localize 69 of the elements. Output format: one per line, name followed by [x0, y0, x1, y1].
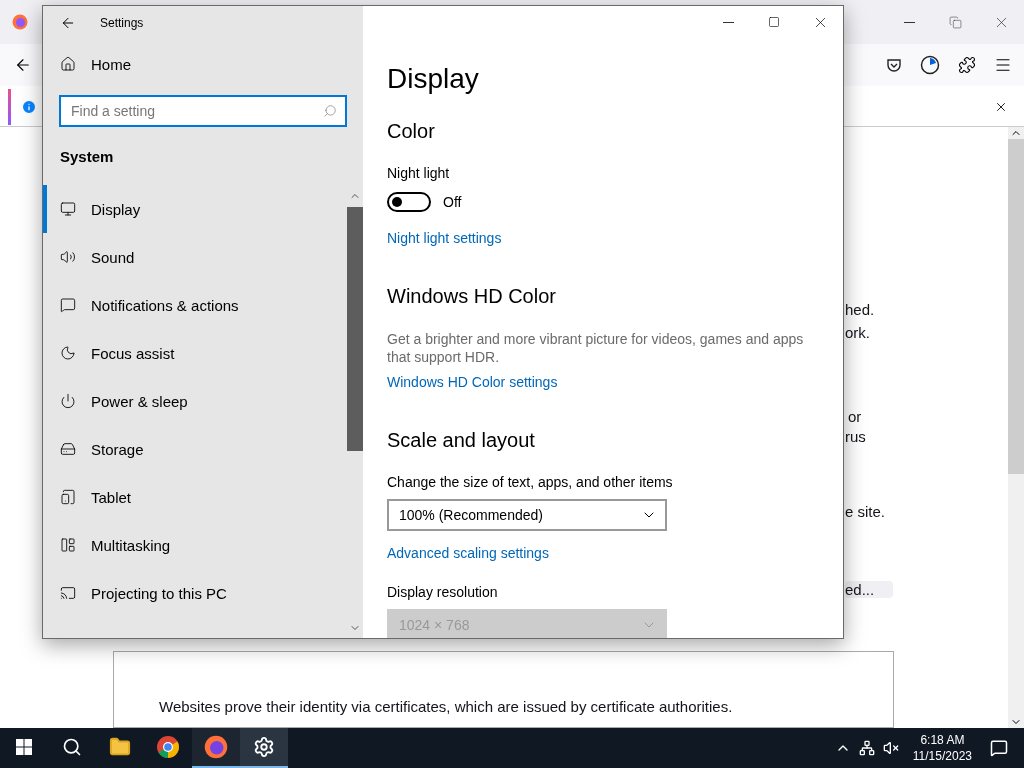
section-heading: Color [387, 119, 436, 144]
section-heading: Scale and layout [387, 428, 536, 453]
drive-icon [60, 441, 76, 457]
nav-item[interactable]: Notifications & actions [43, 281, 347, 329]
network-icon[interactable] [858, 740, 875, 756]
puzzle-icon[interactable] [958, 56, 976, 74]
toggle-state: Off [443, 194, 462, 210]
nav-item[interactable]: Storage [43, 425, 347, 473]
page-text: e site. [845, 502, 887, 522]
volume-muted-icon[interactable] [882, 740, 899, 756]
menu-icon[interactable] [994, 56, 1012, 74]
settings-icon[interactable] [253, 736, 275, 758]
search-icon [323, 104, 337, 118]
nav-item[interactable]: Multitasking [43, 521, 347, 569]
clock-date[interactable]: 11/15/2023 [912, 748, 972, 764]
window-layout-icon [60, 537, 76, 553]
notification-icon[interactable] [990, 739, 1008, 757]
speech-bubble-icon [60, 297, 76, 313]
nav-item[interactable]: Projecting to this PC [43, 569, 347, 617]
setting-label: Display resolution [387, 583, 499, 602]
page-text: hed. [845, 300, 876, 320]
nav-item[interactable]: Power & sleep [43, 377, 347, 425]
page-button[interactable]: ed... [845, 581, 893, 598]
search-box[interactable]: Find a setting [59, 95, 347, 127]
toggle-switch[interactable] [387, 192, 431, 212]
page-text: ork. [845, 323, 871, 343]
monitor-icon [60, 201, 76, 217]
scrollbar-thumb[interactable] [1008, 139, 1024, 474]
search-field[interactable]: Find a setting [69, 102, 323, 120]
home-icon [60, 56, 76, 72]
home-link[interactable]: Home [91, 55, 131, 73]
section-heading: Windows HD Color [387, 284, 557, 309]
pocket-icon[interactable] [886, 57, 902, 73]
nav-item[interactable]: Tablet [43, 473, 347, 521]
section-title: System [60, 147, 115, 167]
clock-time[interactable]: 6:18 AM [920, 732, 965, 748]
page-text: or [848, 407, 863, 427]
tablet-icon [60, 489, 76, 505]
certificate-text: Websites prove their identity via certificates, which are issued by certificate authorities. [159, 698, 734, 716]
setting-label: Change the size of text, apps, and other items [387, 473, 674, 492]
moon-icon [60, 345, 76, 361]
cast-icon [60, 585, 76, 601]
restore-icon [948, 15, 962, 29]
nav-item[interactable]: Sound [43, 233, 347, 281]
nav-item[interactable]: Focus assist [43, 329, 347, 377]
firefox-logo-icon [12, 14, 28, 30]
info-icon [21, 99, 37, 115]
description-text: Get a brighter and more vibrant picture for videos, games and apps that support HDR. [387, 330, 805, 366]
account-icon[interactable] [920, 55, 940, 75]
search-icon[interactable] [62, 737, 82, 757]
close-icon[interactable] [994, 100, 1008, 114]
setting-label: Night light [387, 164, 451, 183]
firefox-logo-icon[interactable] [204, 735, 228, 759]
minimize-icon[interactable] [722, 21, 734, 23]
settings-link[interactable]: Night light settings [387, 228, 502, 248]
dropdown[interactable]: 100% (Recommended) [387, 499, 667, 531]
power-icon [60, 393, 76, 409]
window-title: Settings [100, 16, 144, 30]
minimize-icon[interactable] [903, 21, 915, 23]
page-title: Display [387, 62, 480, 96]
scrollbar-thumb[interactable] [347, 207, 363, 451]
folder-icon[interactable] [109, 736, 131, 758]
chrome-logo-icon[interactable] [156, 735, 180, 759]
speaker-icon [60, 249, 76, 265]
settings-link[interactable]: Windows HD Color settings [387, 372, 558, 392]
windows-logo-icon[interactable] [16, 739, 32, 755]
settings-link[interactable]: Advanced scaling settings [387, 543, 549, 563]
page-text: rus [845, 427, 867, 447]
maximize-icon[interactable] [768, 16, 780, 28]
